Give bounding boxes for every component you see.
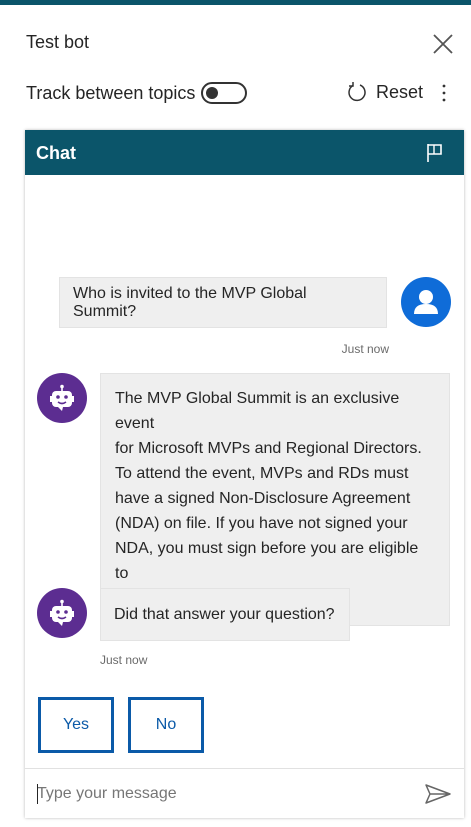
suggestion-yes-button[interactable]: Yes: [38, 697, 114, 753]
bot-message-timestamp: Just now: [100, 653, 148, 667]
reset-button[interactable]: Reset: [346, 80, 423, 104]
bot-message-line: To attend the event, MVPs and RDs must: [115, 465, 409, 482]
track-topics-row: Track between topics: [26, 80, 248, 106]
bot-avatar: [37, 373, 87, 423]
bot-avatar: [37, 588, 87, 638]
user-message-bubble: Who is invited to the MVP Global Summit?: [59, 277, 387, 328]
bot-message-line: (NDA) on file. If you have not signed yo…: [115, 515, 408, 532]
top-accent-bar: [0, 0, 471, 5]
user-message-timestamp: Just now: [341, 342, 389, 356]
close-icon[interactable]: [430, 31, 456, 57]
bot-message-line: NDA, you must sign before you are eligib…: [115, 540, 419, 582]
more-options-icon[interactable]: [434, 82, 454, 104]
toggle-knob: [206, 87, 219, 99]
track-topics-label: Track between topics: [26, 82, 196, 103]
chat-header: Chat: [25, 130, 464, 175]
chat-panel: Chat Who is invited to the MVP Global Su…: [25, 130, 464, 818]
bot-icon: [50, 384, 74, 411]
bot-followup-bubble: Did that answer your question?: [100, 588, 350, 641]
bot-message-line: The MVP Global Summit is an exclusive ev…: [115, 390, 400, 432]
user-icon: [414, 290, 438, 314]
flag-icon[interactable]: [424, 142, 446, 164]
track-topics-toggle[interactable]: [201, 82, 248, 104]
bot-message-line: have a signed Non-Disclosure Agreement: [115, 490, 411, 507]
text-caret: [37, 784, 38, 804]
panel-title: Test bot: [26, 32, 90, 52]
bot-icon: [50, 599, 74, 626]
message-input[interactable]: [37, 782, 407, 806]
suggestion-no-button[interactable]: No: [128, 697, 204, 753]
send-icon[interactable]: [424, 782, 452, 806]
bot-message-line: for Microsoft MVPs and Regional Director…: [115, 440, 422, 457]
reset-icon: [348, 82, 366, 102]
message-input-bar: [25, 768, 464, 819]
chat-title: Chat: [36, 143, 76, 163]
user-avatar: [401, 277, 451, 327]
reset-label: Reset: [376, 81, 424, 102]
